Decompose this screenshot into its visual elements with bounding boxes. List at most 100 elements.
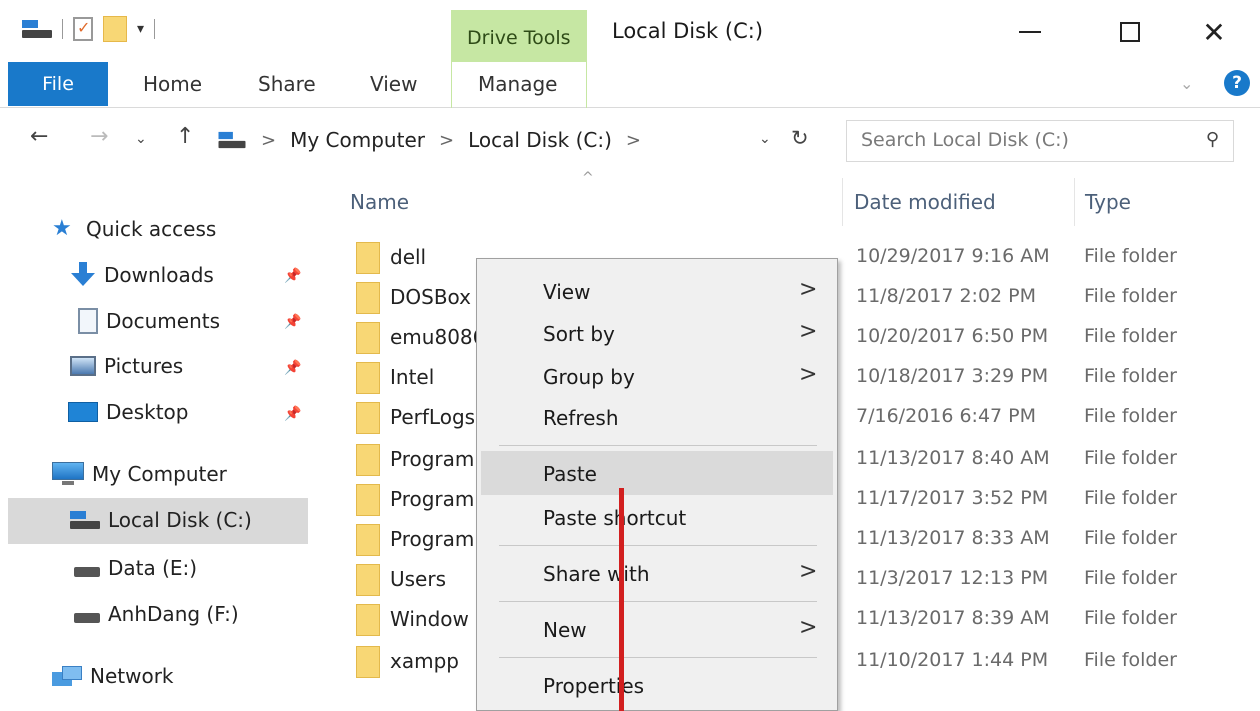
sidebar-item-local-disk-c[interactable]: Local Disk (C:)	[70, 508, 252, 532]
sidebar-item-anhdang-f[interactable]: AnhDang (F:)	[74, 602, 239, 626]
document-icon	[78, 308, 98, 334]
forward-button[interactable]: →	[90, 124, 108, 149]
address-bar[interactable]: > My Computer > Local Disk (C:) > ⌄ ↻	[210, 118, 822, 162]
file-type: File folder	[1084, 567, 1177, 589]
up-button[interactable]: ↑	[176, 124, 194, 149]
tab-file[interactable]: File	[8, 62, 108, 106]
file-name: Window	[390, 607, 469, 631]
sidebar-item-network[interactable]: Network	[52, 664, 174, 688]
column-divider[interactable]	[842, 178, 843, 226]
menu-item-paste-shortcut[interactable]: Paste shortcut	[481, 495, 833, 539]
refresh-icon[interactable]: ↻	[791, 126, 809, 150]
pin-icon[interactable]: 📌	[284, 314, 301, 330]
menu-item-new[interactable]: New >	[481, 607, 833, 651]
context-menu: View > Sort by > Group by > Refresh Past…	[476, 258, 838, 711]
help-icon[interactable]: ?	[1224, 70, 1250, 96]
toolbar-divider	[62, 19, 63, 39]
sidebar-item-documents[interactable]: Documents	[74, 308, 220, 334]
menu-item-share-with[interactable]: Share with >	[481, 551, 833, 595]
menu-item-refresh[interactable]: Refresh	[481, 395, 833, 439]
computer-icon	[52, 462, 84, 486]
folder-icon	[356, 564, 380, 596]
sidebar-item-data-e[interactable]: Data (E:)	[74, 556, 197, 580]
breadcrumb-my-computer[interactable]: My Computer	[290, 128, 425, 152]
folder-icon	[356, 646, 380, 678]
menu-item-label: Paste	[543, 462, 597, 486]
breadcrumb-local-disk[interactable]: Local Disk (C:)	[468, 128, 612, 152]
sidebar-item-label: Downloads	[104, 263, 214, 287]
close-button[interactable]: ✕	[1184, 10, 1244, 54]
pin-icon[interactable]: 📌	[284, 360, 301, 376]
menu-item-label: View	[543, 280, 591, 304]
sidebar-item-my-computer[interactable]: My Computer	[52, 462, 227, 486]
file-type: File folder	[1084, 649, 1177, 671]
menu-divider	[499, 445, 817, 446]
folder-icon	[356, 402, 380, 434]
breadcrumb-separator[interactable]: >	[626, 130, 641, 151]
file-name: dell	[390, 245, 427, 269]
file-name: xampp	[390, 649, 459, 673]
drive-tools-context-tab: Drive Tools	[451, 10, 587, 62]
breadcrumb-separator[interactable]: >	[439, 130, 454, 151]
recent-locations-icon[interactable]: ⌄	[135, 131, 147, 147]
menu-item-paste[interactable]: Paste	[481, 451, 833, 495]
sidebar-item-desktop[interactable]: Desktop	[68, 400, 188, 424]
menu-item-view[interactable]: View >	[481, 269, 833, 313]
column-header-date[interactable]: Date modified	[854, 190, 996, 214]
folder-icon	[356, 322, 380, 354]
menu-item-label: Refresh	[543, 406, 619, 430]
search-input[interactable]	[861, 129, 1181, 151]
customize-toolbar-icon[interactable]: ▾	[137, 21, 144, 37]
menu-item-label: Share with	[543, 562, 650, 586]
properties-icon[interactable]	[73, 17, 93, 41]
menu-item-label: Properties	[543, 674, 645, 698]
file-date: 10/18/2017 3:29 PM	[856, 365, 1049, 387]
file-date: 10/20/2017 6:50 PM	[856, 325, 1049, 347]
search-box[interactable]: ⚲	[846, 120, 1234, 162]
sort-ascending-icon: ^	[582, 170, 594, 186]
submenu-arrow-icon: >	[799, 277, 818, 302]
submenu-arrow-icon: >	[799, 362, 818, 387]
maximize-button[interactable]	[1100, 10, 1160, 54]
quick-access-toolbar: ▾	[22, 16, 156, 42]
search-icon[interactable]: ⚲	[1206, 129, 1219, 150]
pin-icon[interactable]: 📌	[284, 406, 301, 422]
tab-manage[interactable]: Manage	[451, 62, 587, 108]
menu-divider	[499, 657, 817, 658]
column-header-type[interactable]: Type	[1085, 190, 1131, 214]
sidebar-item-downloads[interactable]: Downloads	[70, 262, 214, 288]
menu-item-properties[interactable]: Properties	[481, 663, 833, 707]
back-button[interactable]: ←	[30, 124, 48, 149]
breadcrumb-separator[interactable]: >	[261, 130, 276, 151]
menu-item-group-by[interactable]: Group by >	[481, 354, 833, 398]
star-icon: ★	[52, 216, 72, 241]
file-date: 7/16/2016 6:47 PM	[856, 405, 1037, 427]
file-name: Intel	[390, 365, 435, 389]
file-type: File folder	[1084, 285, 1177, 307]
address-dropdown-icon[interactable]: ⌄	[759, 131, 771, 147]
desktop-icon	[68, 402, 98, 422]
navigation-pane: ★ Quick access Downloads 📌 Documents 📌 P…	[0, 168, 320, 711]
tab-share[interactable]: Share	[258, 72, 316, 96]
expand-ribbon-icon[interactable]: ⌄	[1180, 74, 1193, 93]
column-header-name[interactable]: Name	[350, 190, 409, 214]
drive-icon[interactable]	[22, 18, 52, 40]
sidebar-item-quick-access[interactable]: ★ Quick access	[52, 216, 216, 241]
menu-item-label: Sort by	[543, 322, 615, 346]
annotation-line	[619, 488, 624, 711]
folder-icon	[356, 484, 380, 516]
file-type: File folder	[1084, 245, 1177, 267]
minimize-button[interactable]	[1000, 10, 1060, 54]
tab-home[interactable]: Home	[143, 72, 202, 96]
column-divider[interactable]	[1074, 178, 1075, 226]
sidebar-item-pictures[interactable]: Pictures	[70, 354, 183, 378]
window-title: Local Disk (C:)	[612, 19, 764, 43]
pin-icon[interactable]: 📌	[284, 268, 301, 284]
folder-icon	[356, 524, 380, 556]
submenu-arrow-icon: >	[799, 559, 818, 584]
file-date: 11/3/2017 12:13 PM	[856, 567, 1049, 589]
new-folder-icon[interactable]	[103, 16, 127, 42]
menu-item-sort-by[interactable]: Sort by >	[481, 311, 833, 355]
tab-view[interactable]: View	[370, 72, 417, 96]
file-date: 11/8/2017 2:02 PM	[856, 285, 1037, 307]
